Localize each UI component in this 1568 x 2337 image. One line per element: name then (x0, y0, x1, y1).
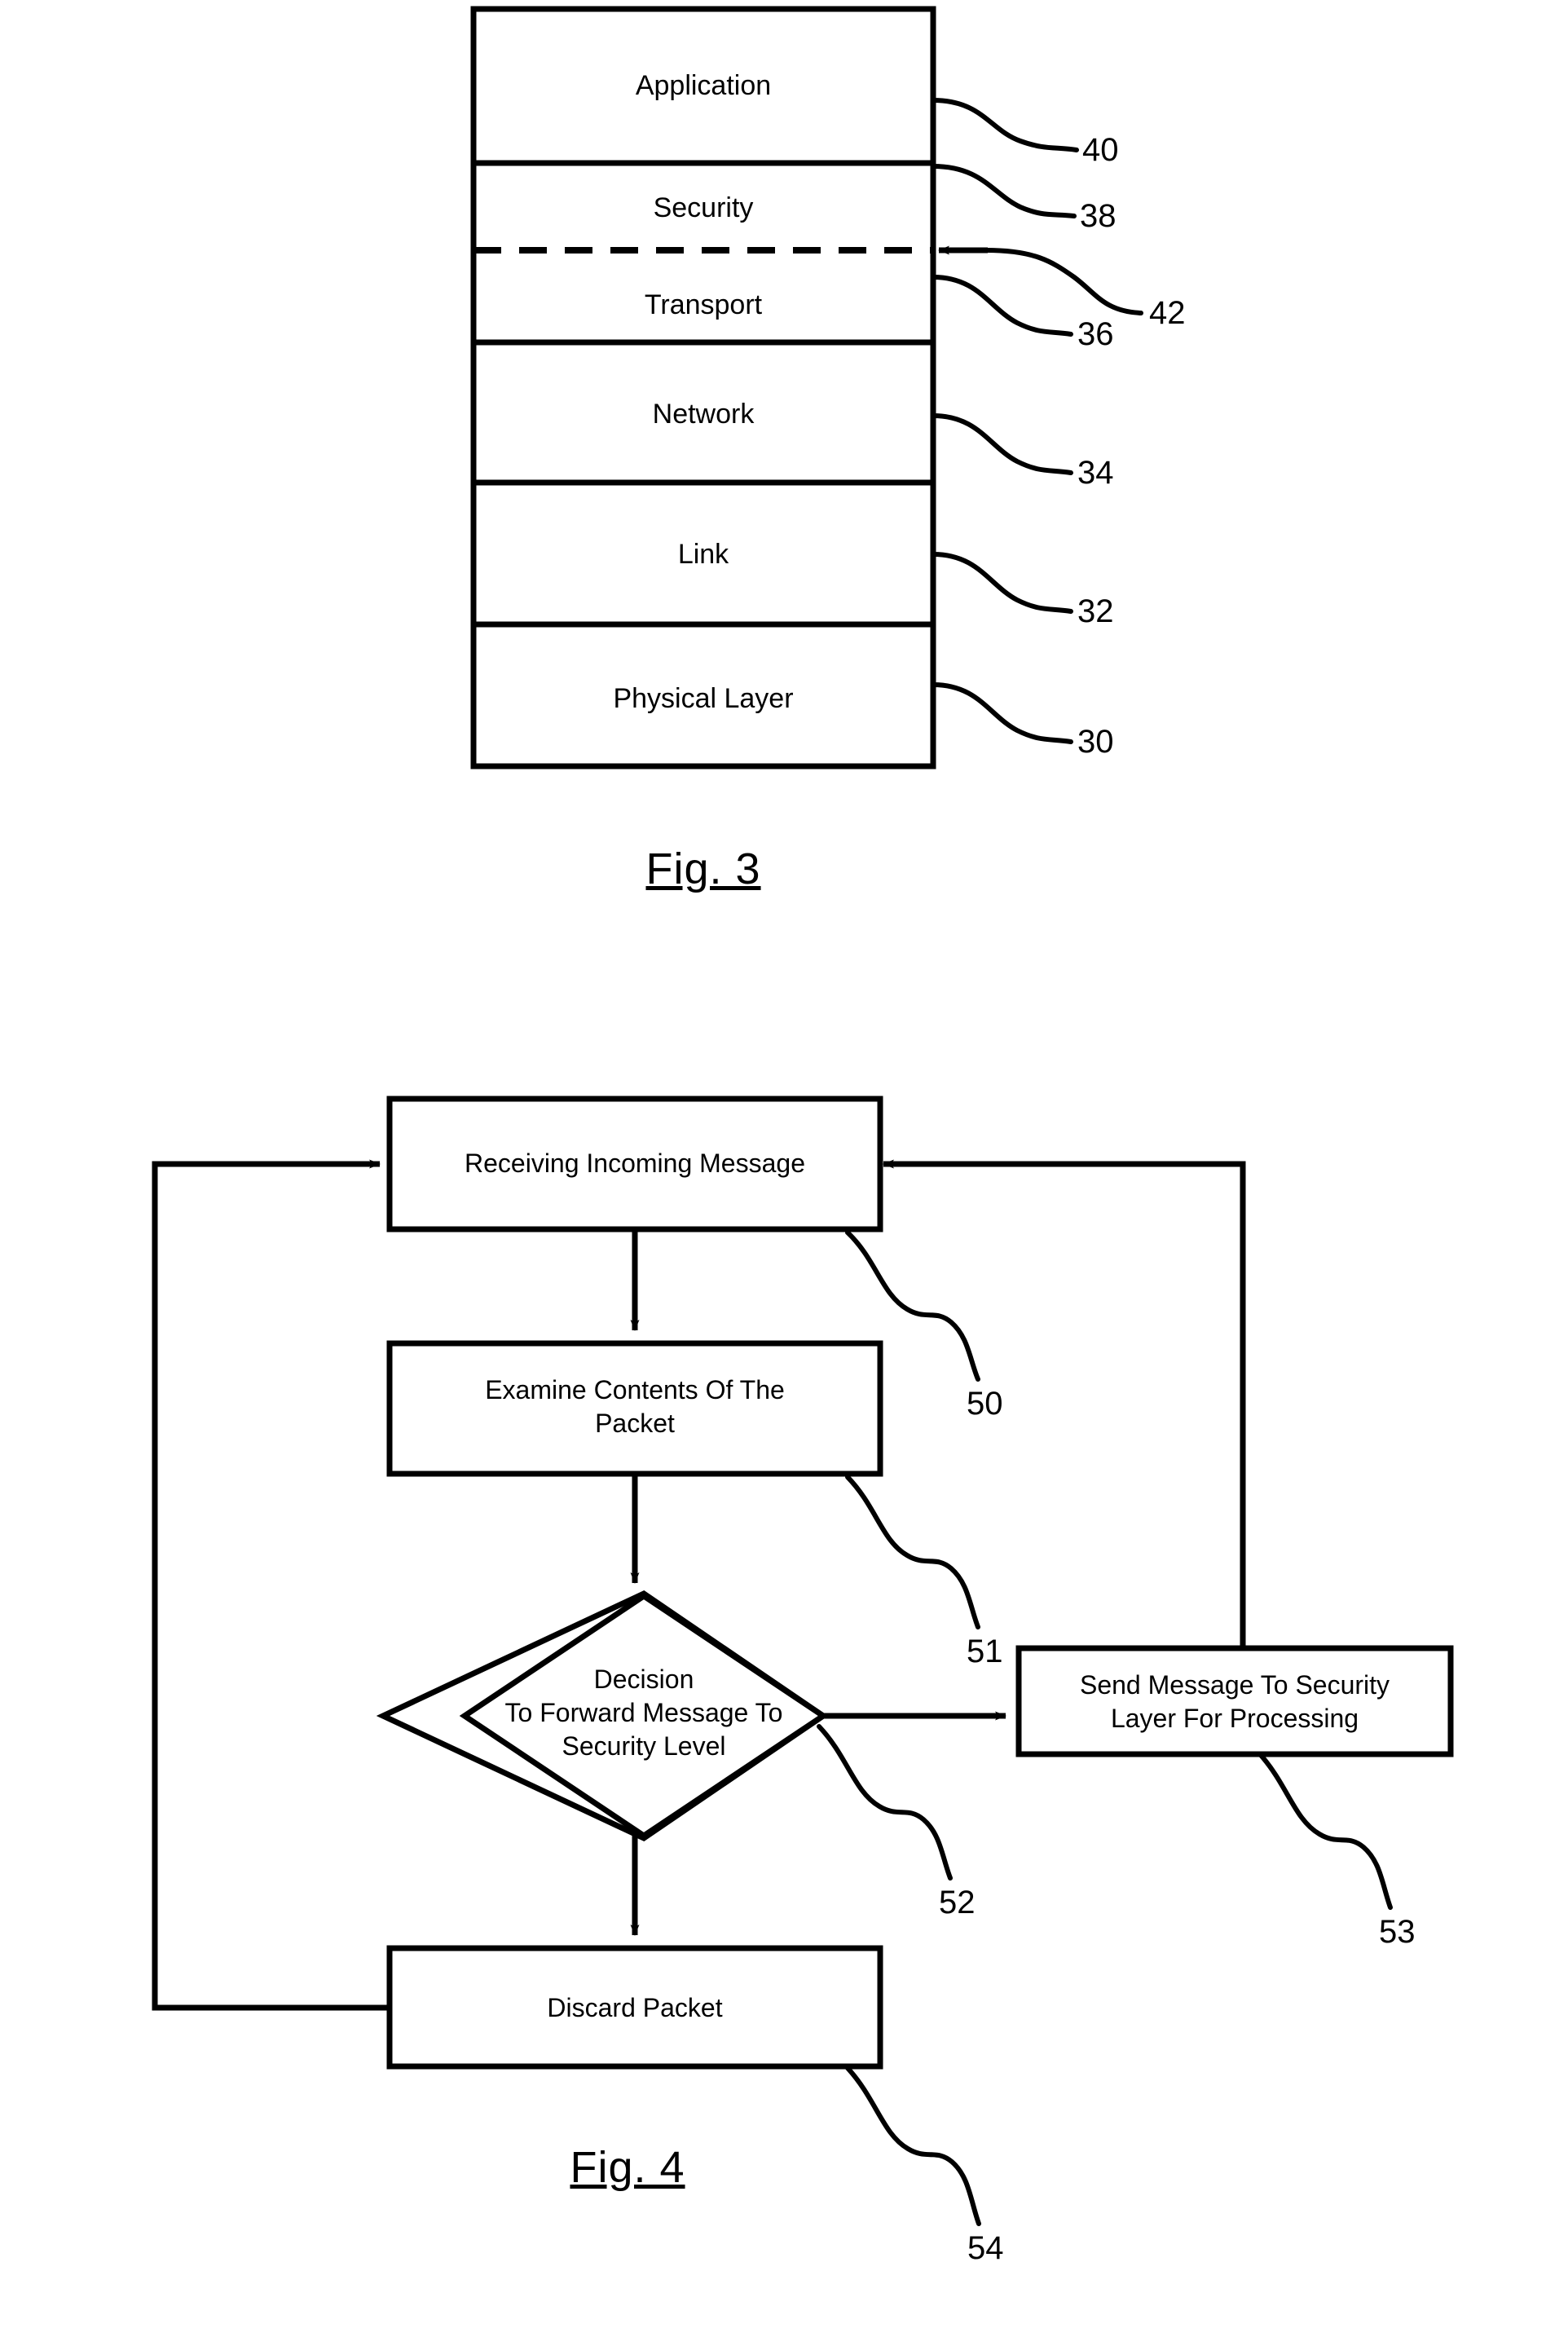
ref-numeral-53: 53 (1379, 1914, 1416, 1950)
ref-numeral-52: 52 (939, 1885, 976, 1920)
ref-numeral-51: 51 (967, 1634, 1003, 1669)
flow-node-label-line-1: Send Message To Security (1079, 1670, 1390, 1700)
feedback-edge-53-to-50 (883, 1159, 1246, 1648)
figure-3-caption: Fig. 3 (645, 844, 761, 893)
flow-node-label-discard-packet: Discard Packet (547, 1993, 723, 2022)
leader-line-30 (931, 682, 1073, 744)
ref-numeral-30: 30 (1077, 724, 1114, 760)
stack-layer-label-physical: Physical Layer (613, 683, 794, 714)
flow-node-label-examine-contents: Examine Contents Of The Packet (390, 1374, 880, 1440)
leader-line-34 (931, 413, 1073, 475)
leader-line-38 (931, 164, 1077, 218)
feedback-edge-54-to-50 (152, 1159, 390, 2011)
flow-node-label-line-2: Layer For Processing (1110, 1703, 1359, 1733)
flow-node-label-line-2: To Forward Message To (504, 1697, 783, 1727)
flow-node-label-receiving-incoming-message: Receiving Incoming Message (465, 1149, 805, 1178)
ref-numeral-34: 34 (1077, 455, 1114, 491)
flow-shapes (376, 1096, 1454, 2070)
stack-layer-label-application: Application (635, 70, 772, 101)
ref-numeral-50: 50 (967, 1386, 1003, 1422)
protocol-stack-outline (470, 6, 936, 769)
ref-numeral-32: 32 (1077, 593, 1114, 629)
stack-layer-label-link: Link (677, 539, 729, 570)
flow-node-label-line-1: Examine Contents Of The (485, 1375, 785, 1404)
leader-line-40 (931, 98, 1079, 152)
flow-node-label-line-1: Decision (593, 1665, 694, 1694)
stack-layer-label-security: Security (653, 192, 754, 223)
ref-numeral-38: 38 (1080, 198, 1117, 234)
leader-line-51 (845, 1475, 980, 1629)
stack-layer-label-network: Network (652, 399, 755, 430)
flow-node-label-line-3: Security Level (562, 1731, 726, 1761)
leader-line-53 (1257, 1752, 1393, 1910)
flow-node-label-line-2: Packet (595, 1408, 675, 1438)
flow-node-label-decision: Decision To Forward Message To Security … (465, 1663, 823, 1763)
ref-numeral-40: 40 (1082, 132, 1119, 168)
leader-line-42 (984, 248, 1143, 315)
leader-line-32 (931, 552, 1073, 614)
ref-numeral-54: 54 (967, 2230, 1004, 2266)
leader-line-36 (931, 275, 1073, 337)
leader-line-52 (817, 1724, 953, 1881)
leader-line-54 (845, 2066, 981, 2226)
stack-layer-label-transport: Transport (644, 289, 763, 320)
ref-numeral-42: 42 (1149, 295, 1186, 331)
flow-node-label-send-to-security-layer: Send Message To Security Layer For Proce… (1019, 1669, 1451, 1735)
patent-drawing-sheet: Application Security Transport Network L… (0, 0, 1568, 2337)
figure-4-caption: Fig. 4 (570, 2143, 685, 2192)
ref-numeral-36: 36 (1077, 316, 1114, 352)
